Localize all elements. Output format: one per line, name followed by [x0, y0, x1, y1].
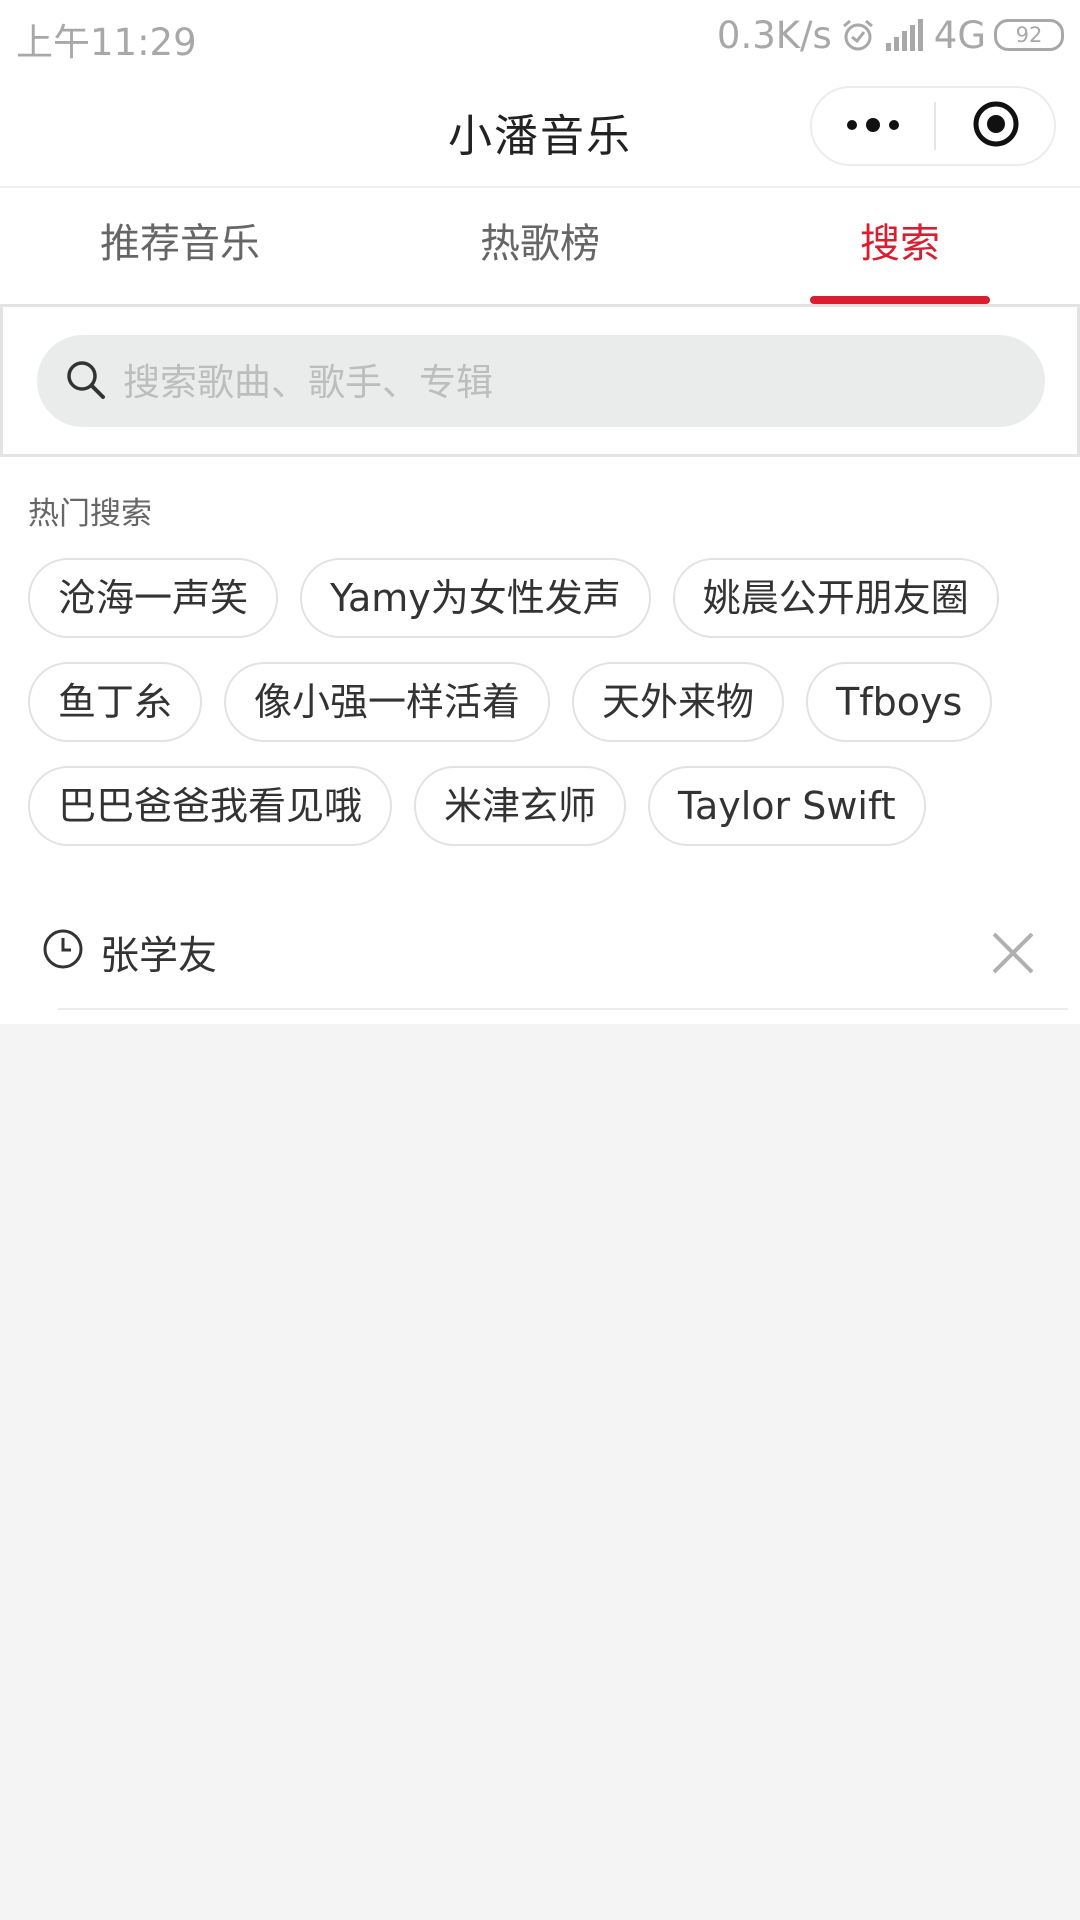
hot-search-tag[interactable]: 像小强一样活着 [224, 662, 551, 742]
tab-label: 搜索 [860, 221, 940, 267]
battery-indicator: 92 [994, 19, 1064, 51]
tab-bar: 推荐音乐 热歌榜 搜索 [0, 188, 1080, 304]
network-type: 4G [933, 13, 986, 57]
hot-search-tag[interactable]: 天外来物 [572, 662, 785, 742]
tab-label: 推荐音乐 [100, 221, 260, 267]
tab-hot-songs[interactable]: 热歌榜 [360, 188, 720, 304]
active-tab-indicator [810, 296, 990, 304]
status-bar: 上午11:29 0.3K/s 4G 92 [0, 0, 1080, 70]
tab-label: 热歌榜 [480, 221, 600, 267]
more-dots-icon [846, 117, 900, 136]
status-right: 0.3K/s 4G 92 [717, 12, 1064, 58]
hot-search-title: 热门搜索 [28, 496, 152, 532]
more-button[interactable] [812, 88, 934, 164]
close-mini-program-button[interactable] [936, 88, 1056, 164]
search-input[interactable] [121, 335, 1025, 429]
mini-program-capsule [810, 86, 1056, 166]
navigation-bar: 小潘音乐 [0, 70, 1080, 186]
target-circle-icon [972, 100, 1020, 152]
alarm-icon [840, 17, 876, 53]
tag-row: 鱼丁糸 像小强一样活着 天外来物 Tfboys [28, 662, 1058, 742]
history-text: 张学友 [100, 934, 218, 979]
signal-icon [884, 19, 926, 51]
search-bar[interactable] [37, 335, 1045, 429]
tab-recommended-music[interactable]: 推荐音乐 [0, 188, 360, 304]
hot-search-tag[interactable]: Tfboys [806, 662, 993, 742]
hot-search-tag[interactable]: 巴巴爸爸我看见哦 [28, 766, 393, 846]
hot-search-tag[interactable]: 米津玄师 [414, 766, 627, 846]
network-speed: 0.3K/s [716, 13, 832, 57]
search-icon [65, 359, 107, 405]
status-time: 上午11:29 [16, 21, 197, 64]
clock-icon [42, 928, 84, 974]
hot-search-tag[interactable]: 沧海一声笑 [28, 558, 279, 638]
hot-search-tag[interactable]: Yamy为女性发声 [300, 558, 651, 638]
tag-row: 沧海一声笑 Yamy为女性发声 姚晨公开朋友圈 [28, 558, 1058, 638]
tab-search[interactable]: 搜索 [720, 188, 1080, 304]
close-icon [992, 932, 1034, 974]
search-history-item[interactable]: 张学友 [0, 910, 1080, 1010]
search-section [0, 307, 1080, 457]
hot-search-tag[interactable]: 鱼丁糸 [28, 662, 203, 742]
hot-search-tags: 沧海一声笑 Yamy为女性发声 姚晨公开朋友圈 鱼丁糸 像小强一样活着 天外来物… [28, 558, 1058, 870]
delete-history-button[interactable] [982, 922, 1044, 984]
tag-row: 巴巴爸爸我看见哦 米津玄师 Taylor Swift [28, 766, 1058, 846]
hot-search-tag[interactable]: Taylor Swift [648, 766, 926, 846]
hot-search-tag[interactable]: 姚晨公开朋友圈 [672, 558, 999, 638]
history-divider [58, 1008, 1068, 1010]
